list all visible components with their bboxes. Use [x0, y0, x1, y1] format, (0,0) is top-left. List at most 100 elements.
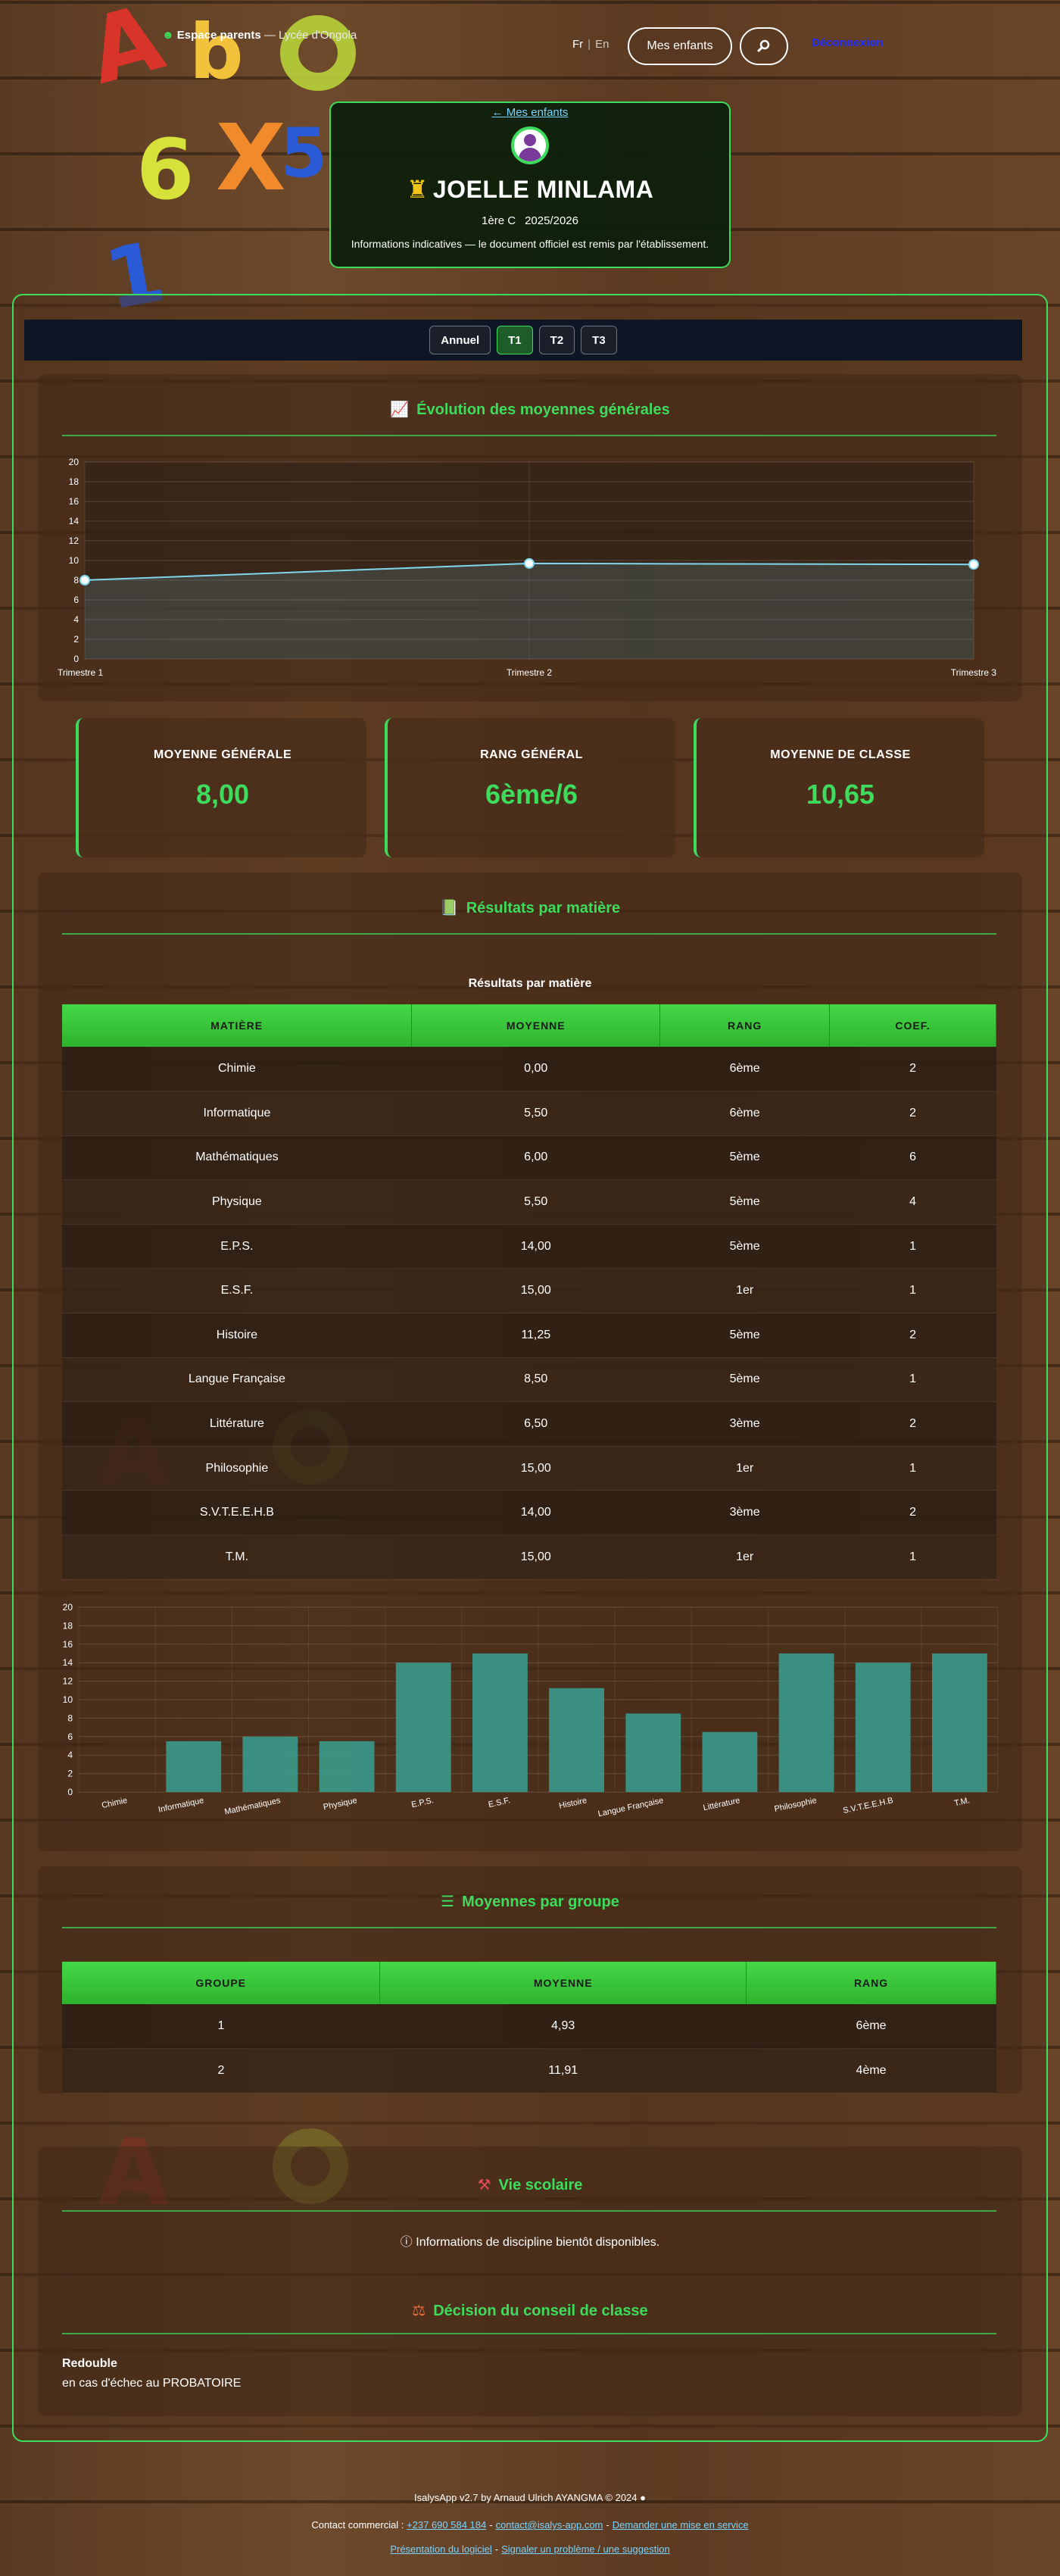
table-row: Philosophie 15,00 1er 1: [62, 1446, 996, 1491]
table-row: Histoire 11,25 5ème 2: [62, 1313, 996, 1358]
decision-label: Redouble: [62, 2357, 117, 2370]
general-rank-card: RANG GÉNÉRAL 6ème/6: [385, 718, 675, 857]
tab-annuel[interactable]: Annuel: [429, 326, 491, 354]
x-tick-label: Langue Française: [597, 1796, 665, 1819]
x-tick-label: Littérature: [703, 1796, 741, 1813]
bar: [242, 1736, 298, 1792]
term-tabs: Annuel T1 T2 T3: [24, 320, 1022, 361]
lang-en[interactable]: En: [595, 38, 609, 51]
brand-title: Espace parents: [176, 29, 261, 42]
results-title-row: 📗 Résultats par matière: [38, 898, 1022, 917]
group-average-cell: 4,93: [379, 2004, 747, 2050]
general-rank-value: 6ème/6: [485, 779, 578, 810]
back-to-children-link[interactable]: ← Mes enfants: [331, 106, 729, 119]
average-cell: 14,00: [411, 1490, 660, 1536]
student-meta: 1ère C 2025/2026: [331, 214, 729, 227]
section-divider: [62, 2210, 996, 2212]
data-point: [968, 559, 979, 570]
bar: [702, 1731, 758, 1792]
discipline-info: ⓘ Informations de discipline bientôt dis…: [0, 2231, 1060, 2250]
lang-fr[interactable]: Fr: [572, 38, 583, 51]
rank-cell: 1er: [659, 1268, 830, 1314]
y-tick-label: 6: [73, 595, 79, 605]
results-header-row: MATIÈRE MOYENNE RANG COEF.: [62, 1004, 996, 1047]
search-button[interactable]: [740, 27, 788, 65]
subject-cell: E.S.F.: [62, 1268, 412, 1314]
lang-divider: |: [588, 38, 591, 51]
coef-cell: 1: [829, 1446, 996, 1491]
layers-icon: ☰: [441, 1894, 455, 1910]
school-year: 2025/2026: [525, 214, 578, 227]
x-tick-label: Informatique: [157, 1796, 204, 1814]
y-tick-label: 16: [69, 496, 80, 507]
x-tick-label: Philosophie: [774, 1796, 818, 1814]
coef-cell: 1: [829, 1268, 996, 1314]
footer-links: Présentation du logiciel - Signaler un pro…: [0, 2543, 1060, 2555]
language-switcher: Fr | En: [572, 38, 609, 51]
subject-cell: Physique: [62, 1179, 412, 1225]
x-tick-label: S.V.T.E.E.H.B: [842, 1796, 893, 1816]
table-row: Physique 5,50 5ème 4: [62, 1179, 996, 1225]
phone-link[interactable]: +237 690 584 184: [407, 2519, 486, 2531]
rank-cell: 1er: [659, 1535, 830, 1580]
y-tick-label: 16: [63, 1639, 73, 1650]
group-average-cell: 11,91: [379, 2048, 747, 2094]
class-average-label: MOYENNE DE CLASSE: [770, 748, 911, 761]
report-issue-link[interactable]: Signaler un problème / une suggestion: [501, 2543, 670, 2555]
decision-text: en cas d'échec au PROBATOIRE: [62, 2377, 242, 2390]
y-tick-label: 14: [63, 1657, 73, 1668]
tab-t3[interactable]: T3: [581, 326, 617, 354]
table-row: E.P.S. 14,00 5ème 1: [62, 1224, 996, 1269]
x-tick-label: E.P.S.: [410, 1796, 435, 1809]
x-tick-label: Physique: [323, 1796, 358, 1812]
groups-title-row: ☰ Moyennes par groupe: [38, 1892, 1022, 1911]
footer-credit: IsalysApp v2.7 by Arnaud Ulrich AYANGMA …: [0, 2492, 1060, 2503]
subject-bar-chart: 0 2 4 6 8 10 12 14 16 18 20 Chimie Informatique Mathé…: [63, 1602, 999, 1819]
subject-cell: T.M.: [62, 1535, 412, 1580]
subject-cell: Littérature: [62, 1401, 412, 1447]
table-row: Littérature 6,50 3ème 2: [62, 1401, 996, 1447]
decor-letter: X: [216, 106, 286, 211]
general-average-card: MOYENNE GÉNÉRALE 8,00: [76, 718, 366, 857]
subject-cell: Chimie: [62, 1047, 412, 1092]
col-group-rank: RANG: [746, 1962, 996, 2004]
student-profile-card: ← Mes enfants ♜ JOELLE MINLAMA 1ère C 2025…: [329, 101, 731, 268]
y-tick-label: 6: [67, 1731, 73, 1742]
author-avatar-icon: ●: [640, 2492, 646, 2503]
brand[interactable]: ☻ Espace parents — Lycée d'Ongola: [162, 29, 357, 42]
evolution-title: Évolution des moyennes générales: [416, 401, 670, 418]
bar: [778, 1653, 834, 1792]
search-icon: [757, 39, 770, 52]
bar: [319, 1741, 375, 1792]
average-cell: 6,50: [411, 1401, 660, 1447]
coef-cell: 1: [829, 1224, 996, 1269]
graduate-icon: ♜: [406, 176, 429, 203]
bar: [472, 1653, 528, 1792]
table-row: S.V.T.E.E.H.B 14,00 3ème 2: [62, 1490, 996, 1536]
student-class: 1ère C: [482, 214, 516, 227]
tab-t1[interactable]: T1: [497, 326, 533, 354]
average-cell: 11,25: [411, 1313, 660, 1358]
email-link[interactable]: contact@isalys-app.com: [496, 2519, 603, 2531]
class-average-value: 10,65: [806, 779, 875, 810]
my-children-button[interactable]: Mes enfants: [628, 27, 732, 65]
average-cell: 5,50: [411, 1179, 660, 1225]
tab-t2[interactable]: T2: [538, 326, 575, 354]
coef-cell: 2: [829, 1091, 996, 1136]
book-icon: 📗: [439, 900, 459, 916]
logout-link[interactable]: Déconnexion: [812, 36, 883, 49]
col-group-average: MOYENNE: [379, 1962, 747, 2004]
bar: [625, 1713, 681, 1792]
evolution-title-row: 📈 Évolution des moyennes générales: [38, 400, 1022, 419]
table-row: Mathématiques 6,00 5ème 6: [62, 1135, 996, 1181]
y-tick-label: 20: [63, 1602, 73, 1613]
evolution-line-chart: 0 2 4 6 8 10 12 14 16 18 20 Trimestre 1 Trimestre 2 T…: [58, 457, 996, 678]
decision-title-row: ⚖ Décision du conseil de classe: [0, 2301, 1060, 2320]
bar: [549, 1688, 605, 1792]
presentation-link[interactable]: Présentation du logiciel: [390, 2543, 491, 2555]
x-tick-label: Trimestre 1: [58, 667, 104, 678]
rank-cell: 5ème: [659, 1357, 830, 1403]
table-row: Langue Française 8,50 5ème 1: [62, 1357, 996, 1403]
table-row: Informatique 5,50 6ème 2: [62, 1091, 996, 1136]
service-request-link[interactable]: Demander une mise en service: [613, 2519, 749, 2531]
